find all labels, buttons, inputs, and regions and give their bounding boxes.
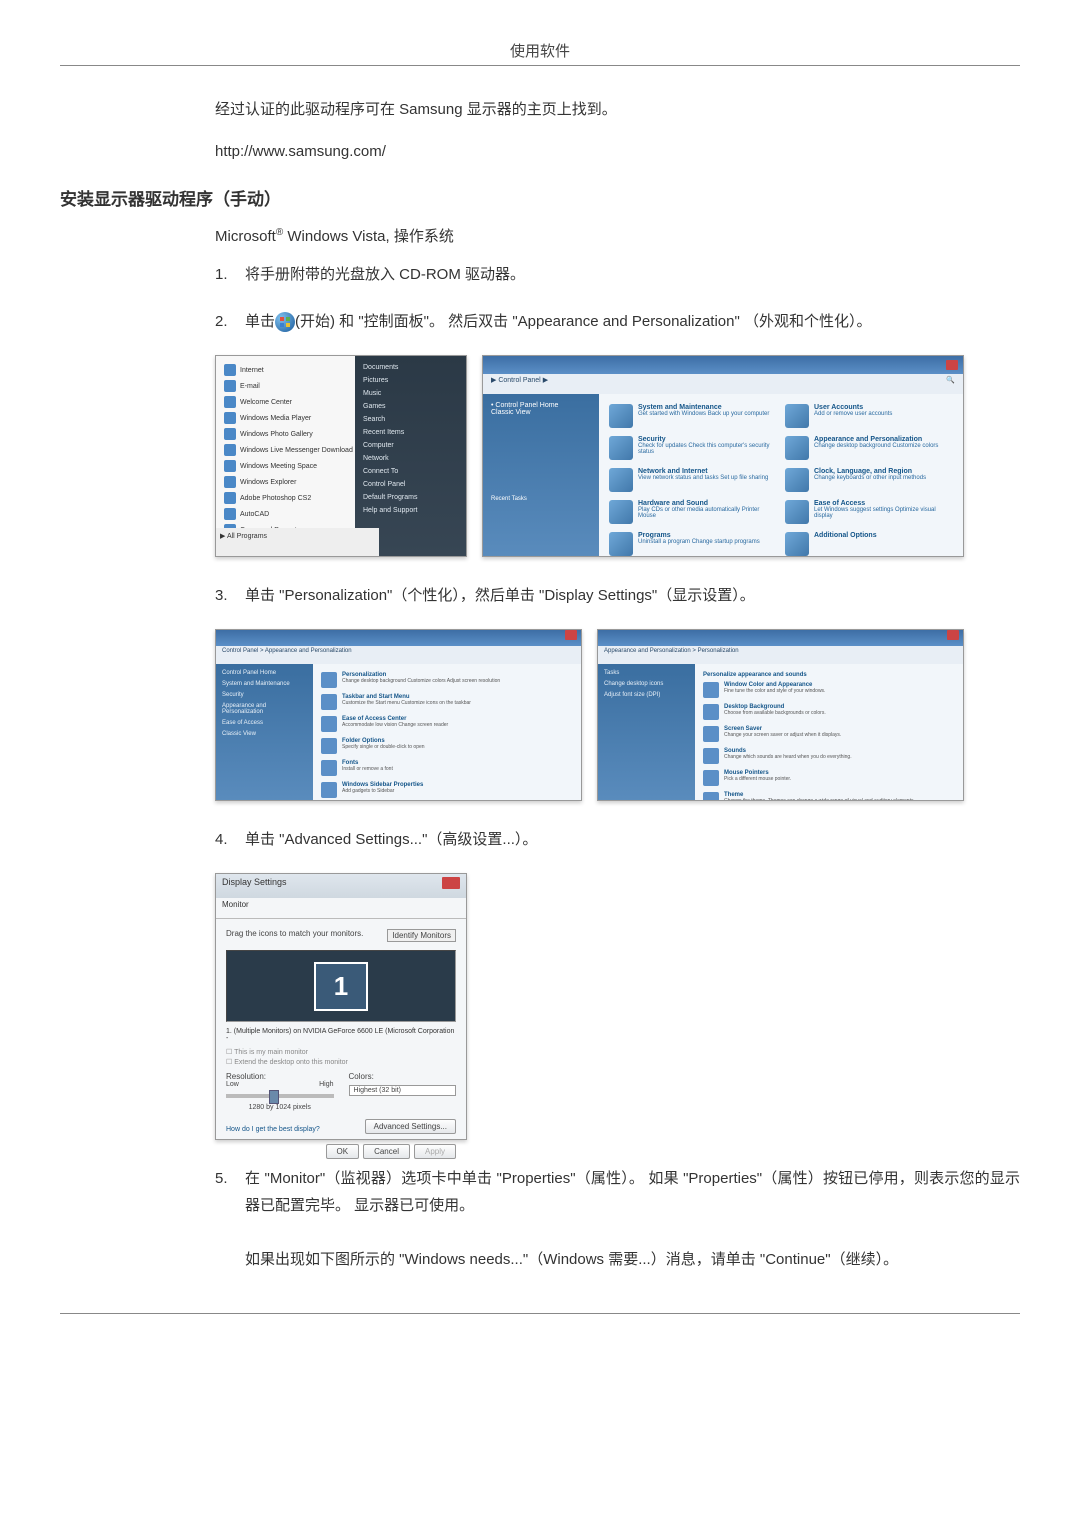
appearance-panel-screenshot: Control Panel > Appearance and Personali… <box>215 629 582 801</box>
step-2-num: 2. <box>215 308 245 335</box>
appearance-sidebar: Control Panel Home System and Maintenanc… <box>216 664 313 801</box>
pers-sidebar: Tasks Change desktop icons Adjust font s… <box>598 664 695 801</box>
cancel-button[interactable]: Cancel <box>363 1144 410 1159</box>
intro-text: 经过认证的此驱动程序可在 Samsung 显示器的主页上找到。 <box>215 96 1020 123</box>
step-3-text: 单击 "Personalization"（个性化），然后单击 "Display … <box>245 582 1020 609</box>
apply-button[interactable]: Apply <box>414 1144 456 1159</box>
wincolor-icon <box>703 682 719 698</box>
wmp-icon <box>224 412 236 424</box>
step-2-screenshots: Internet E-mail Welcome Center Windows M… <box>215 355 1020 557</box>
sidebar-props-icon <box>321 782 337 798</box>
monitor-selector[interactable]: 1. (Multiple Monitors) on NVIDIA GeForce… <box>226 1028 456 1042</box>
step-1-num: 1. <box>215 261 245 288</box>
ok-button[interactable]: OK <box>326 1144 360 1159</box>
appearance-icon <box>785 436 809 460</box>
explorer-icon <box>224 476 236 488</box>
display-settings-screenshot: Display Settings Monitor Drag the icons … <box>215 873 467 1140</box>
ease-center-icon <box>321 716 337 732</box>
best-display-link[interactable]: How do I get the best display? <box>226 1126 320 1133</box>
security-icon <box>609 436 633 460</box>
pers-main: Personalize appearance and sounds Window… <box>695 664 963 801</box>
folder-opt-icon <box>321 738 337 754</box>
step-4: 4. 单击 "Advanced Settings..."（高级设置...）。 <box>215 826 1020 853</box>
desktop-bg-icon <box>703 704 719 720</box>
step-3-num: 3. <box>215 582 245 609</box>
system-icon <box>609 404 633 428</box>
header-divider <box>60 65 1020 66</box>
ease-icon <box>785 500 809 524</box>
step-2-text: 单击(开始) 和 "控制面板"。 然后双击 "Appearance and Pe… <box>245 308 1020 335</box>
screensaver-icon <box>703 726 719 742</box>
close-icon <box>946 360 958 370</box>
mail-icon <box>224 380 236 392</box>
os-prefix: Microsoft <box>215 228 276 245</box>
ps-icon <box>224 492 236 504</box>
sounds-icon <box>703 748 719 764</box>
users-icon <box>785 404 809 428</box>
ds-titlebar: Display Settings <box>216 874 466 898</box>
main-monitor-checkbox[interactable]: ☐ This is my main monitor <box>226 1048 456 1056</box>
resolution-slider[interactable]: Resolution: Low High 1280 by 1024 pixels <box>226 1072 334 1111</box>
footer-divider <box>60 1313 1020 1314</box>
start-menu-right: Documents Pictures Music Games Search Re… <box>355 356 466 557</box>
fonts-icon <box>321 760 337 776</box>
monitor-preview: 1 <box>226 950 456 1022</box>
os-line: Microsoft® Windows Vista, 操作系统 <box>215 225 1020 246</box>
start-menu-screenshot: Internet E-mail Welcome Center Windows M… <box>215 355 467 557</box>
all-programs: ▶ All Programs <box>216 528 379 556</box>
personalization-panel-screenshot: Appearance and Personalization > Persona… <box>597 629 964 801</box>
cp-sidebar: • Control Panel Home Classic View Recent… <box>483 394 599 557</box>
theme-icon <box>703 792 719 801</box>
meeting-icon <box>224 460 236 472</box>
ds-tab-monitor: Monitor <box>216 898 466 919</box>
advanced-settings-button[interactable]: Advanced Settings... <box>365 1119 456 1134</box>
page-header: 使用软件 <box>60 40 1020 61</box>
os-suffix: Windows Vista, 操作系统 <box>283 228 454 245</box>
programs-icon <box>609 532 633 556</box>
cp-titlebar <box>483 356 963 374</box>
additional-icon <box>785 532 809 556</box>
step-5: 5. 在 "Monitor"（监视器）选项卡中单击 "Properties"（属… <box>215 1165 1020 1273</box>
personalization-icon <box>321 672 337 688</box>
close-icon <box>947 630 959 640</box>
step-5-num: 5. <box>215 1165 245 1273</box>
step-3-screenshots: Control Panel > Appearance and Personali… <box>215 629 1020 801</box>
close-icon <box>442 877 460 889</box>
step-1-text: 将手册附带的光盘放入 CD-ROM 驱动器。 <box>245 261 1020 288</box>
extend-desktop-checkbox[interactable]: ☐ Extend the desktop onto this monitor <box>226 1058 456 1066</box>
step-5-text: 在 "Monitor"（监视器）选项卡中单击 "Properties"（属性）。… <box>245 1165 1020 1273</box>
step-3: 3. 单击 "Personalization"（个性化），然后单击 "Displ… <box>215 582 1020 609</box>
ie-icon <box>224 364 236 376</box>
search-box: 🔍 <box>946 376 955 392</box>
control-panel-screenshot: ▶ Control Panel ▶ 🔍 • Control Panel Home… <box>482 355 964 557</box>
taskbar-icon <box>321 694 337 710</box>
messenger-icon <box>224 444 236 456</box>
step-1: 1. 将手册附带的光盘放入 CD-ROM 驱动器。 <box>215 261 1020 288</box>
mouse-icon <box>703 770 719 786</box>
step-4-num: 4. <box>215 826 245 853</box>
steps-list: 1. 将手册附带的光盘放入 CD-ROM 驱动器。 2. 单击(开始) 和 "控… <box>215 261 1020 335</box>
appearance-main: PersonalizationChange desktop background… <box>313 664 581 801</box>
identify-monitors-button[interactable]: Identify Monitors <box>387 929 456 942</box>
step-4-text: 单击 "Advanced Settings..."（高级设置...）。 <box>245 826 1020 853</box>
cp-main: System and MaintenanceGet started with W… <box>599 394 963 557</box>
step-2: 2. 单击(开始) 和 "控制面板"。 然后双击 "Appearance and… <box>215 308 1020 335</box>
welcome-icon <box>224 396 236 408</box>
clock-icon <box>785 468 809 492</box>
close-icon <box>565 630 577 640</box>
colors-select[interactable]: Colors: Highest (32 bit) <box>349 1072 457 1111</box>
gallery-icon <box>224 428 236 440</box>
content-block: Microsoft® Windows Vista, 操作系统 1. 将手册附带的… <box>215 225 1020 335</box>
samsung-url: http://www.samsung.com/ <box>215 138 1020 165</box>
hardware-icon <box>609 500 633 524</box>
autocad-icon <box>224 508 236 520</box>
document-page: 使用软件 经过认证的此驱动程序可在 Samsung 显示器的主页上找到。 htt… <box>0 0 1080 1354</box>
cp-addressbar: ▶ Control Panel ▶ 🔍 <box>483 374 963 394</box>
network-icon <box>609 468 633 492</box>
section-heading: 安装显示器驱动程序（手动） <box>60 185 1020 210</box>
start-menu-left: Internet E-mail Welcome Center Windows M… <box>216 356 372 552</box>
start-button-icon <box>275 312 295 332</box>
